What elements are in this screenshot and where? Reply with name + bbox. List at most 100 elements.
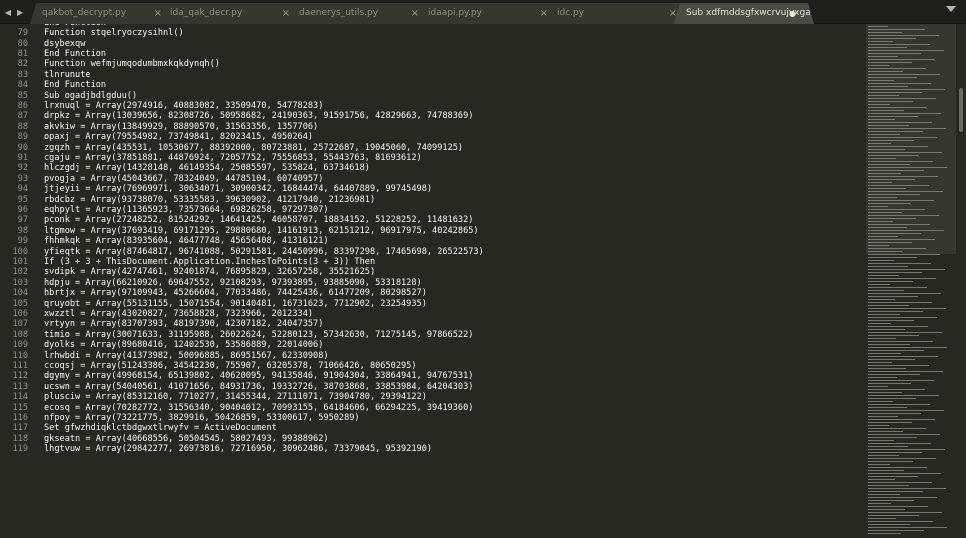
tab-back-icon[interactable]: ◀ <box>5 8 11 17</box>
tab-list-dropdown-icon[interactable] <box>946 6 956 12</box>
code-line[interactable]: lrhwbdi = Array(41373982, 50096885, 8695… <box>44 351 329 361</box>
code-line[interactable]: akvkiw = Array(13849929, 88890570, 31563… <box>44 122 318 132</box>
minimap-line <box>868 239 935 240</box>
code-line[interactable]: Sub ogadjbdlgduu() <box>44 91 137 101</box>
minimap-line <box>868 203 911 204</box>
minimap-line <box>868 272 922 273</box>
code-line[interactable]: End Function <box>44 80 106 90</box>
minimap-line <box>868 179 915 180</box>
minimap-line <box>868 284 890 285</box>
minimap-line <box>868 287 927 288</box>
tab-5[interactable]: idc.py × <box>545 3 691 24</box>
code-line[interactable]: Set gfwzhdiqklctbdgwxtlrwyfv = ActiveDoc… <box>44 423 277 433</box>
minimap-line <box>868 281 913 282</box>
minimap-line <box>868 113 941 114</box>
code-editor[interactable]: 79 80 81 82 83 84 85 86 87 88 89 90 91 92 93 94 95 96 97 98… <box>0 24 860 538</box>
minimap-line <box>868 47 907 48</box>
minimap-line <box>868 452 922 453</box>
minimap[interactable] <box>866 24 956 538</box>
minimap-line <box>868 350 924 351</box>
code-line[interactable]: xwzztl = Array(43020827, 73658828, 73239… <box>44 309 313 319</box>
code-line[interactable]: opaxj = Array(79554982, 73749841, 820234… <box>44 132 313 142</box>
minimap-line <box>868 491 923 492</box>
line-number: 107 <box>12 319 28 330</box>
minimap-line <box>868 131 923 132</box>
minimap-line <box>868 101 913 102</box>
line-number: 92 <box>17 163 28 174</box>
code-line[interactable]: If (3 + 3 + ThisDocument.Application.Inc… <box>44 257 375 267</box>
minimap-line <box>868 152 942 153</box>
minimap-line <box>868 344 910 345</box>
code-line[interactable]: hdpju = Array(66210926, 69647552, 921082… <box>44 278 422 288</box>
code-line[interactable]: vrtyyn = Array(83707393, 48197390, 42307… <box>44 319 323 329</box>
tab-6[interactable]: Sub xdfmddsgfxwcrvujvxgadb()● <box>674 3 814 24</box>
minimap-line <box>868 428 926 429</box>
minimap-line <box>868 176 938 177</box>
code-line[interactable]: timio = Array(30071633, 31195988, 260226… <box>44 330 473 340</box>
code-line[interactable]: svdipk = Array(42747461, 92401874, 76895… <box>44 267 375 277</box>
minimap-line <box>868 290 904 291</box>
line-number: 105 <box>12 298 28 309</box>
code-line[interactable]: ltgmow = Array(37693419, 69171295, 29880… <box>44 226 479 236</box>
code-line[interactable]: hbrtjx = Array(97109943, 45266604, 77033… <box>44 288 427 298</box>
code-line[interactable]: hlczgdj = Array(14328148, 46149354, 2508… <box>44 163 370 173</box>
code-line[interactable]: yfieqtk = Array(87464817, 96741088, 5029… <box>44 247 484 257</box>
vertical-scrollbar[interactable] <box>957 24 966 538</box>
code-line[interactable]: pconk = Array(27248252, 81524292, 146414… <box>44 215 473 225</box>
unsaved-dot-icon[interactable]: ● <box>789 3 796 24</box>
code-line[interactable]: Function wefmjumqodumbmxkqkdynqh() <box>44 59 220 69</box>
minimap-line <box>868 521 933 522</box>
code-line[interactable]: lrxnuql = Array(2974916, 40883082, 33509… <box>44 101 323 111</box>
code-line[interactable]: drpkz = Array(13039656, 82308726, 509586… <box>44 111 473 121</box>
minimap-line <box>868 38 916 39</box>
tab-1[interactable]: qakbot_decrypt.py × <box>30 3 176 24</box>
code-line[interactable]: cgaju = Array(37851881, 44876924, 720577… <box>44 153 422 163</box>
code-line[interactable]: dsybexqw <box>44 39 85 49</box>
code-line[interactable]: dyolks = Array(89680416, 12402530, 53586… <box>44 340 323 350</box>
code-line[interactable]: nfpoy = Array(73221775, 3829916, 5042685… <box>44 413 360 423</box>
code-line[interactable]: gkseatn = Array(40668556, 50504545, 5802… <box>44 434 329 444</box>
minimap-line <box>868 311 923 312</box>
code-line[interactable]: ucswn = Array(54040561, 41071656, 849317… <box>44 382 473 392</box>
minimap-line <box>868 497 937 498</box>
line-number: 103 <box>12 277 28 288</box>
minimap-line <box>868 236 898 237</box>
code-line[interactable]: eqhpylt = Array(11365923, 73573664, 6982… <box>44 205 329 215</box>
minimap-line <box>868 80 894 81</box>
code-line[interactable]: qruyobt = Array(55131155, 15071554, 9014… <box>44 299 427 309</box>
minimap-line <box>868 107 927 108</box>
minimap-line <box>868 77 917 78</box>
tab-2[interactable]: ida_qak_decr.py × <box>158 3 304 24</box>
line-number: 98 <box>17 225 28 236</box>
tab-forward-icon[interactable]: ▶ <box>17 8 23 17</box>
code-area[interactable]: End FunctionFunction stqelryoczysihnl()d… <box>44 24 860 538</box>
minimap-line <box>868 158 896 159</box>
code-line[interactable]: jtjeyii = Array(76969971, 30634071, 3090… <box>44 184 432 194</box>
code-line[interactable]: lhgtvuw = Array(29842277, 26973816, 7271… <box>44 444 432 454</box>
code-line[interactable]: End Function <box>44 49 106 59</box>
code-line[interactable]: plusciw = Array(85312160, 7710277, 31455… <box>44 392 427 402</box>
tab-4[interactable]: idaapi.py.py × <box>416 3 562 24</box>
code-line[interactable]: zgqzh = Array(435531, 10530677, 88392000… <box>44 143 463 153</box>
scrollbar-thumb[interactable] <box>959 88 963 132</box>
code-line[interactable]: pvogja = Array(45043667, 78324049, 44785… <box>44 174 323 184</box>
tab-3[interactable]: daenerys_utils.py × <box>287 3 433 24</box>
code-line[interactable]: dgymy = Array(49968154, 65139802, 406200… <box>44 371 473 381</box>
minimap-line <box>868 53 921 54</box>
minimap-line <box>868 293 941 294</box>
code-line[interactable]: Function stqelryoczysihnl() <box>44 28 184 38</box>
code-line[interactable]: tlnrunute <box>44 70 91 80</box>
minimap-line <box>868 479 895 480</box>
code-line[interactable]: rbdcbz = Array(93738070, 53335583, 39630… <box>44 195 375 205</box>
code-line[interactable]: ccoqsj = Array(51243386, 34542230, 75590… <box>44 361 417 371</box>
code-line[interactable]: fhhmkqk = Array(83935604, 46477748, 4565… <box>44 236 329 246</box>
minimap-line <box>868 68 926 69</box>
tab-label: qakbot_decrypt.py <box>42 8 127 18</box>
minimap-line <box>868 50 944 51</box>
minimap-line <box>868 149 905 150</box>
code-line[interactable]: ecosq = Array(70282772, 31556340, 904040… <box>44 403 473 413</box>
minimap-line <box>868 161 933 162</box>
minimap-line <box>868 56 898 57</box>
line-number: 89 <box>17 132 28 143</box>
minimap-line <box>868 371 943 372</box>
